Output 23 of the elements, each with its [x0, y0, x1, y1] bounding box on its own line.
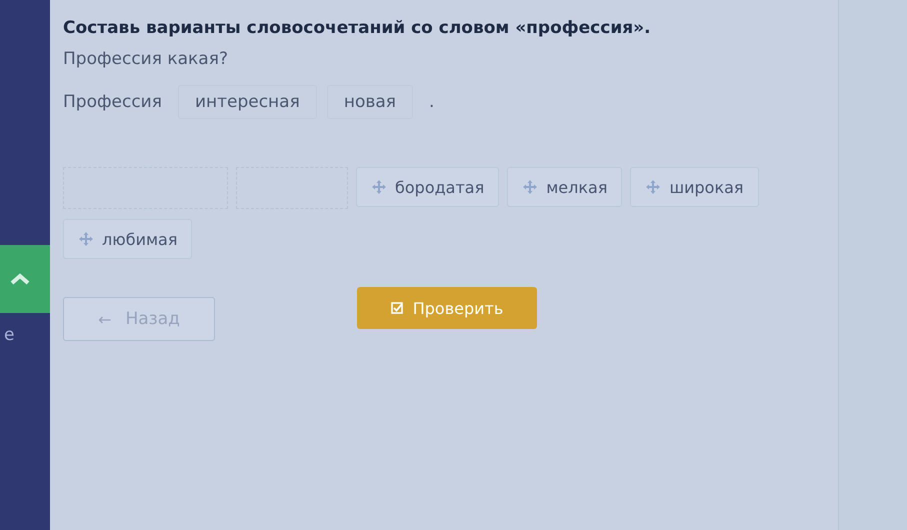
move-icon	[522, 179, 538, 195]
checkbox-icon	[390, 302, 403, 314]
word-chip[interactable]: бородатая	[356, 167, 500, 207]
chip-label: широкая	[669, 178, 744, 196]
move-icon	[371, 179, 387, 195]
collapse-button[interactable]	[0, 245, 50, 313]
chevron-up-icon	[10, 273, 30, 285]
word-chip[interactable]: любимая	[63, 219, 192, 259]
arrow-left-icon: ←	[98, 310, 112, 328]
chip-label: любимая	[102, 230, 178, 248]
period-text: .	[428, 92, 436, 112]
word-chip[interactable]: интересная	[178, 85, 317, 119]
chip-label: бородатая	[395, 178, 484, 196]
sentence-word: Профессия	[63, 92, 162, 112]
chip-label: мелкая	[546, 178, 608, 196]
move-icon	[645, 179, 662, 195]
word-chip[interactable]: мелкая	[507, 167, 622, 207]
menu-label: е	[4, 325, 14, 345]
task-title: Составь варианты словосочетаний со словом «профессия».	[63, 18, 652, 38]
question-text: Профессия какая?	[63, 49, 229, 69]
word-chip[interactable]: широкая	[630, 167, 759, 207]
word-chip[interactable]: новая	[326, 85, 414, 119]
move-icon	[78, 231, 94, 247]
